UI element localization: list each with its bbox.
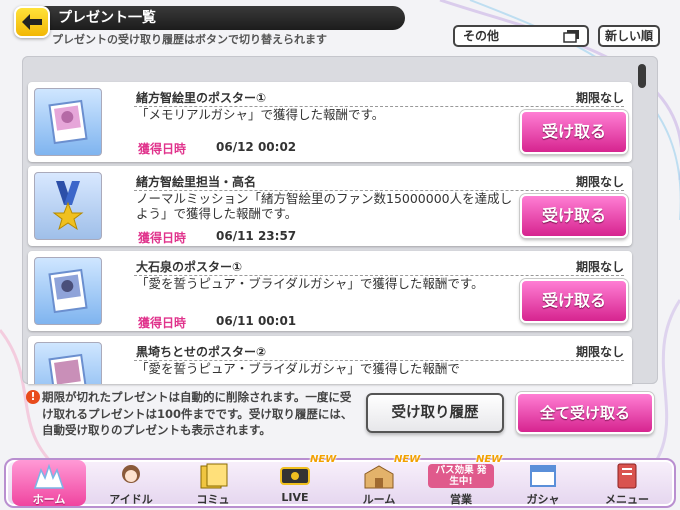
item-expiry: 期限なし [575, 91, 624, 105]
nav-menu[interactable]: メニュー [590, 460, 664, 506]
item-name: 大石泉のポスター① [136, 260, 243, 274]
item-description: ノーマルミッション「緒方智絵里のファン数15000000人を達成しよう」で獲得し… [136, 191, 513, 221]
sort-button[interactable]: 新しい順 [598, 25, 660, 47]
room-icon [361, 462, 397, 490]
page-title-text: プレゼント一覧 [58, 10, 156, 26]
back-arrow-icon [22, 14, 42, 30]
business-icon: パス効果 発生中! [428, 462, 494, 490]
item-description: 「愛を誓うピュア・ブライダルガシャ」で獲得した報酬で [136, 361, 460, 376]
page-subtitle: プレゼントの受け取り履歴はボタンで切り替えられます [52, 33, 327, 46]
home-icon [31, 462, 67, 490]
pass-effect-label: パス効果 発生中! [428, 464, 494, 488]
item-expiry: 期限なし [575, 175, 624, 189]
poster-thumbnail [34, 257, 102, 325]
item-date: 06/12 00:02 [216, 140, 297, 154]
list-item: 緒方智絵里担当・高名 期限なし ノーマルミッション「緒方智絵里のファン数1500… [28, 166, 632, 246]
list-item: 黒埼ちとせのポスター② 期限なし 「愛を誓うピュア・ブライダルガシャ」で獲得した… [28, 336, 632, 384]
item-name: 黒埼ちとせのポスター② [136, 345, 267, 359]
menu-icon [609, 462, 645, 490]
new-badge: NEW [394, 454, 421, 465]
date-label: 獲得日時 [138, 231, 187, 245]
nav-live[interactable]: NEW LIVE [258, 454, 336, 506]
receive-button[interactable]: 受け取る [520, 110, 628, 154]
poster-icon [48, 353, 88, 384]
date-label: 獲得日時 [138, 316, 187, 330]
nav-room[interactable]: NEW ルーム [342, 454, 421, 506]
receive-history-button[interactable]: 受け取り履歴 [366, 393, 504, 433]
nav-label: メニュー [605, 493, 649, 506]
nav-label: ガシャ [526, 493, 560, 506]
nav-label: アイドル [109, 493, 153, 506]
poster-thumbnail [34, 88, 102, 156]
nav-business[interactable]: NEW パス効果 発生中! 営業 [424, 454, 502, 506]
poster-icon [48, 99, 88, 145]
gacha-icon [525, 462, 561, 490]
nav-label: ホーム [32, 493, 66, 506]
filter-dropdown[interactable]: その他 [453, 25, 589, 47]
item-description: 「メモリアルガシャ」で獲得した報酬です。 [136, 107, 385, 122]
page-title: プレゼント一覧 [40, 6, 405, 30]
item-date: 06/11 23:57 [216, 229, 297, 243]
nav-home[interactable]: ホーム [12, 460, 86, 506]
nav-label: コミュ [196, 493, 230, 506]
new-badge: NEW [310, 454, 337, 465]
nav-label: LIVE [281, 491, 309, 504]
list-item: 大石泉のポスター① 期限なし 「愛を誓うピュア・ブライダルガシャ」で獲得した報酬… [28, 251, 632, 331]
poster-thumbnail [34, 342, 102, 384]
nav-gacha[interactable]: ガシャ [506, 460, 580, 506]
window-toggle-icon [563, 30, 579, 43]
item-name: 緒方智絵里担当・高名 [136, 175, 257, 189]
nav-label: ルーム [362, 493, 396, 506]
commu-icon [195, 462, 231, 490]
item-expiry: 期限なし [575, 260, 624, 274]
receive-button[interactable]: 受け取る [520, 279, 628, 323]
warning-icon: ! [26, 390, 40, 404]
title-thumbnail [34, 172, 102, 240]
idol-icon [113, 462, 149, 490]
nav-commu[interactable]: コミュ [176, 460, 250, 506]
receive-all-button[interactable]: 全て受け取る [516, 392, 654, 434]
item-date: 06/11 00:01 [216, 314, 297, 328]
list-item: 緒方智絵里のポスター① 期限なし 「メモリアルガシャ」で獲得した報酬です。 獲得… [28, 82, 632, 162]
item-expiry: 期限なし [575, 345, 624, 359]
back-button[interactable] [14, 6, 50, 38]
bottom-navigation: ホーム アイドル コミュ NEW LIVE NEW ルーム NEW パス効果 発… [4, 454, 676, 508]
nav-label: 営業 [450, 493, 472, 506]
filter-label: その他 [463, 29, 500, 43]
medal-icon [52, 181, 84, 231]
item-description: 「愛を誓うピュア・ブライダルガシャ」で獲得した報酬です。 [136, 276, 484, 291]
live-icon [277, 462, 313, 490]
receive-button[interactable]: 受け取る [520, 194, 628, 238]
notice-text: 期限が切れたプレゼントは自動的に削除されます。一度に受け取れるプレゼントは100… [42, 390, 353, 437]
poster-icon [48, 268, 88, 314]
item-name: 緒方智絵里のポスター① [136, 91, 267, 105]
date-label: 獲得日時 [138, 142, 187, 156]
nav-idol[interactable]: アイドル [94, 460, 168, 506]
list-scrollbar[interactable] [638, 64, 646, 88]
